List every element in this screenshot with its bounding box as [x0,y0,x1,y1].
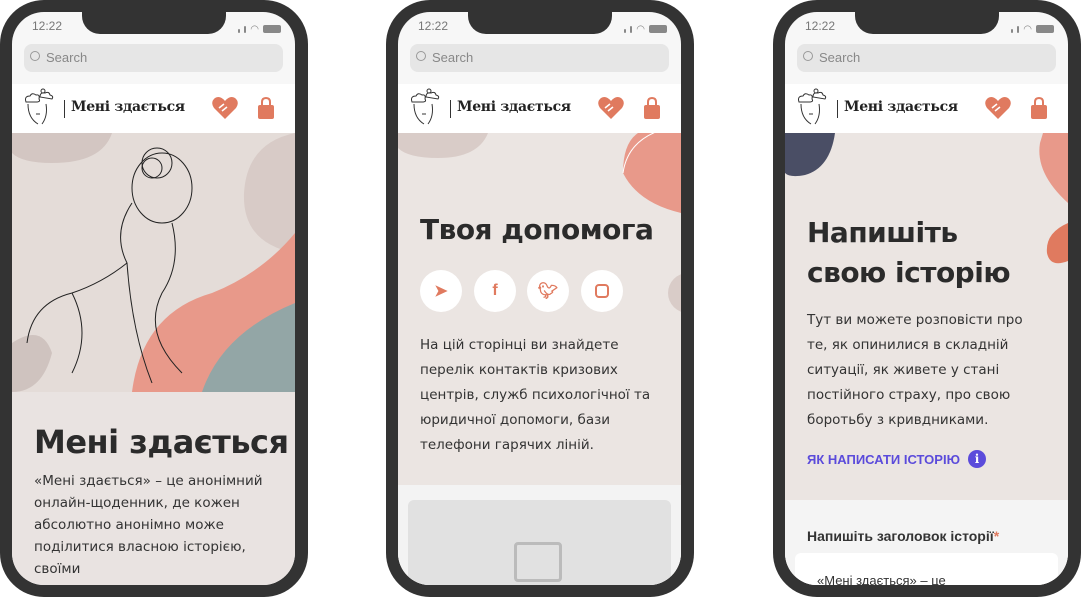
brand-name[interactable]: Мені здається [844,99,958,115]
page-title: Напишіть свою історію [807,216,1011,289]
search-input[interactable]: Search [797,44,1056,72]
signal-icon [623,20,633,38]
logo-icon [411,88,440,125]
how-to-write-link[interactable]: ЯК НАПИСАТИ ІСТОРІЮ i [807,450,986,468]
donate-heart-icon[interactable] [985,96,1011,120]
battery-icon [649,25,667,33]
facebook-button[interactable]: f [474,270,516,312]
notch [855,12,999,34]
phone-home: 12:22 ◠ Search Мені здається Мені здаєть… [0,0,308,597]
status-icons: ◠ [623,20,667,38]
page-title: Мені здається [34,423,289,461]
donate-heart-icon[interactable] [598,96,624,120]
image-placeholder-icon [514,542,562,582]
phone-write-story: 12:22 ◠ Search Мені здається Напишіть сво… [773,0,1081,597]
intro-text: «Мені здається» – це анонімний онлайн-щод… [34,473,263,577]
search-icon [416,51,426,61]
wifi-icon: ◠ [636,23,645,35]
twitter-button[interactable]: 🐦︎ [527,270,569,312]
title-field-label: Напишіть заголовок історії* [807,528,1000,544]
lock-icon[interactable] [644,96,660,120]
site-header: Мені здається [785,84,1068,133]
donate-heart-icon[interactable] [212,96,238,120]
telegram-icon: ➤ [434,283,448,300]
logo-icon [798,88,827,125]
brand-name[interactable]: Мені здається [71,99,185,115]
instagram-button[interactable] [581,270,623,312]
twitter-icon: 🐦︎ [537,283,559,300]
instagram-icon [595,284,609,298]
phone-help: 12:22 ◠ Search Мені здається Твоя допомо… [386,0,694,597]
battery-icon [263,25,281,33]
hero-illustration [12,133,295,392]
lock-icon[interactable] [258,96,274,120]
page-title: Твоя допомога [420,213,654,246]
status-time: 12:22 [805,19,836,33]
status-icons: ◠ [237,20,281,38]
notch [82,12,226,34]
divider [450,100,451,118]
search-input[interactable]: Search [410,44,669,72]
status-icons: ◠ [1010,20,1054,38]
status-time: 12:22 [32,19,63,33]
story-title-input[interactable]: «Мені здається» – це [795,553,1058,585]
info-icon: i [967,450,986,468]
site-header: Мені здається [12,84,295,133]
signal-icon [237,20,247,38]
search-icon [803,51,813,61]
notch [468,12,612,34]
divider [837,100,838,118]
battery-icon [1036,25,1054,33]
logo-icon [25,88,54,125]
card-section [398,485,681,585]
brand-name[interactable]: Мені здається [457,99,571,115]
status-time: 12:22 [418,19,449,33]
image-card[interactable] [408,500,671,585]
lock-icon[interactable] [1031,96,1047,120]
link-label: ЯК НАПИСАТИ ІСТОРІЮ [807,451,960,467]
wifi-icon: ◠ [250,23,259,35]
site-header: Мені здається [398,84,681,133]
telegram-button[interactable]: ➤ [420,270,462,312]
facebook-icon: f [492,282,498,299]
search-icon [30,51,40,61]
help-text: На цій сторінці ви знайдете перелік конта… [420,337,651,453]
signal-icon [1010,20,1020,38]
divider [64,100,65,118]
form-section: Напишіть заголовок історії* «Мені здаєть… [785,500,1068,585]
wifi-icon: ◠ [1023,23,1032,35]
intro-text: Тут ви можете розповісти про те, як опини… [807,312,1023,428]
search-input[interactable]: Search [24,44,283,72]
